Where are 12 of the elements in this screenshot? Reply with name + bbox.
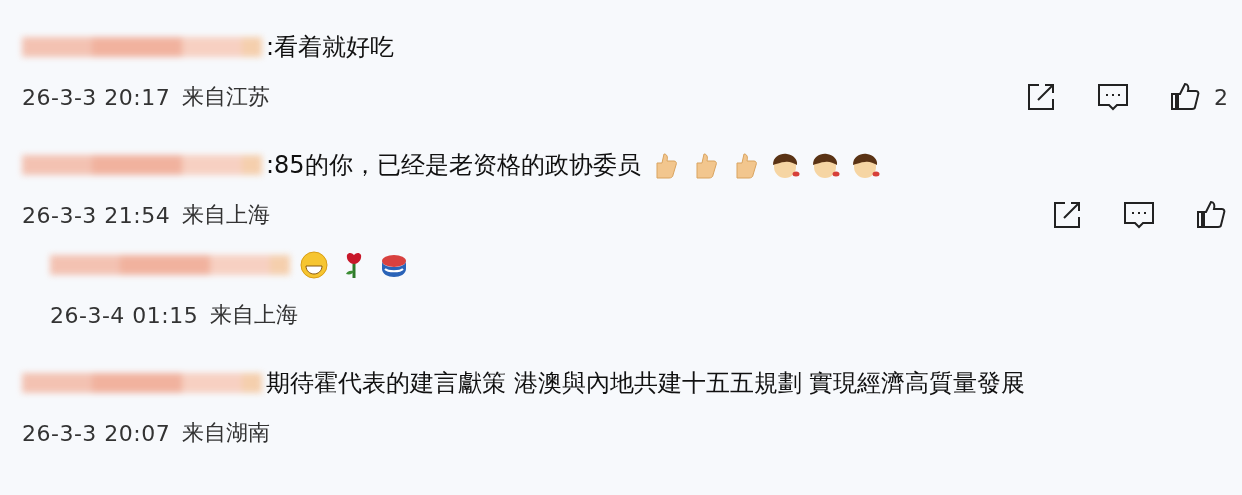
comment-location: 来自上海 bbox=[182, 201, 271, 229]
comment-location: 来自江苏 bbox=[182, 83, 271, 111]
like-count: 2 bbox=[1214, 84, 1228, 110]
comment-time: 26-3-3 20:17 bbox=[22, 84, 171, 110]
comment-location: 来自上海 bbox=[210, 301, 299, 329]
comment-location: 来自湖南 bbox=[182, 419, 271, 447]
comment-text: 期待霍代表的建言獻策 港澳與內地共建十五五規劃 實現經濟高質量發展 bbox=[266, 368, 1026, 399]
comment-time: 26-3-4 01:15 bbox=[50, 302, 199, 328]
comment-time: 26-3-3 20:07 bbox=[22, 420, 171, 446]
comment-text: :看着就好吃 bbox=[266, 32, 395, 63]
comment-time: 26-3-3 21:54 bbox=[22, 202, 171, 228]
comment-text: :85的你，已经是老资格的政协委员 bbox=[266, 150, 641, 181]
